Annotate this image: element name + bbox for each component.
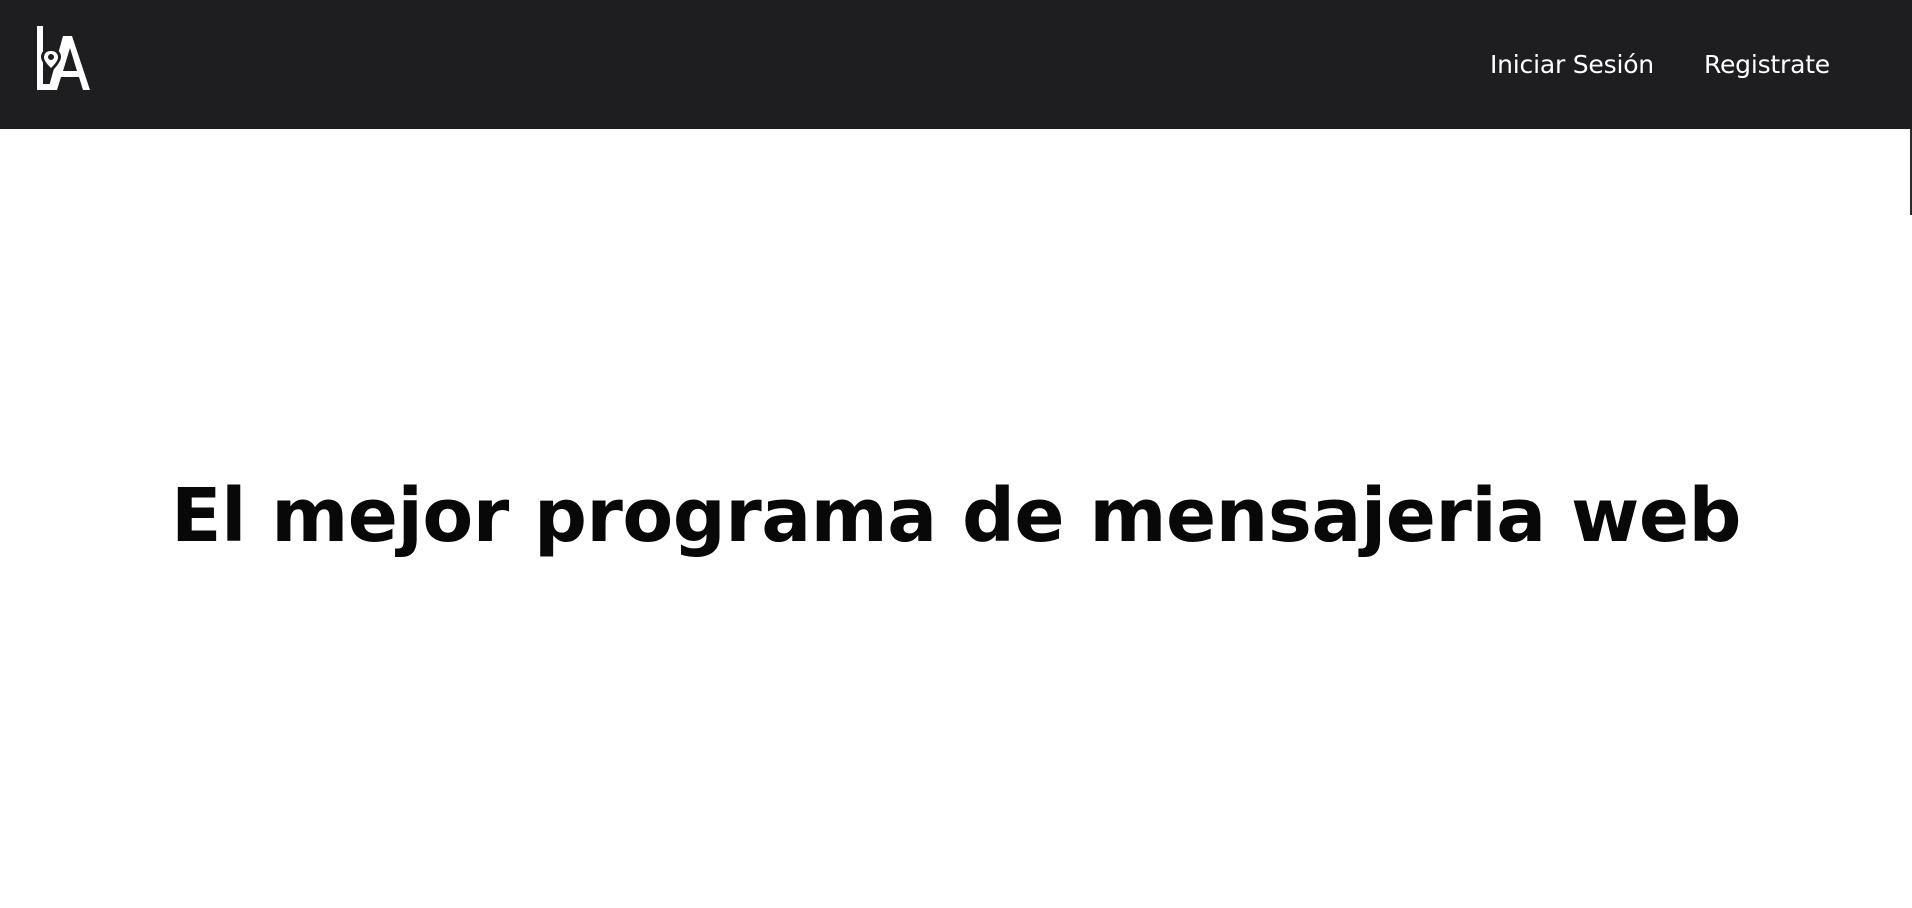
hero-title: El mejor programa de mensajeria web [171, 473, 1741, 559]
register-link[interactable]: Registrate [1704, 50, 1830, 79]
brand-logo[interactable] [34, 26, 92, 92]
login-link[interactable]: Iniciar Sesión [1490, 50, 1654, 79]
hero-section: El mejor programa de mensajeria web [0, 129, 1912, 908]
nav-links: Iniciar Sesión Registrate [1440, 0, 1830, 129]
navbar: Iniciar Sesión Registrate [0, 0, 1912, 129]
